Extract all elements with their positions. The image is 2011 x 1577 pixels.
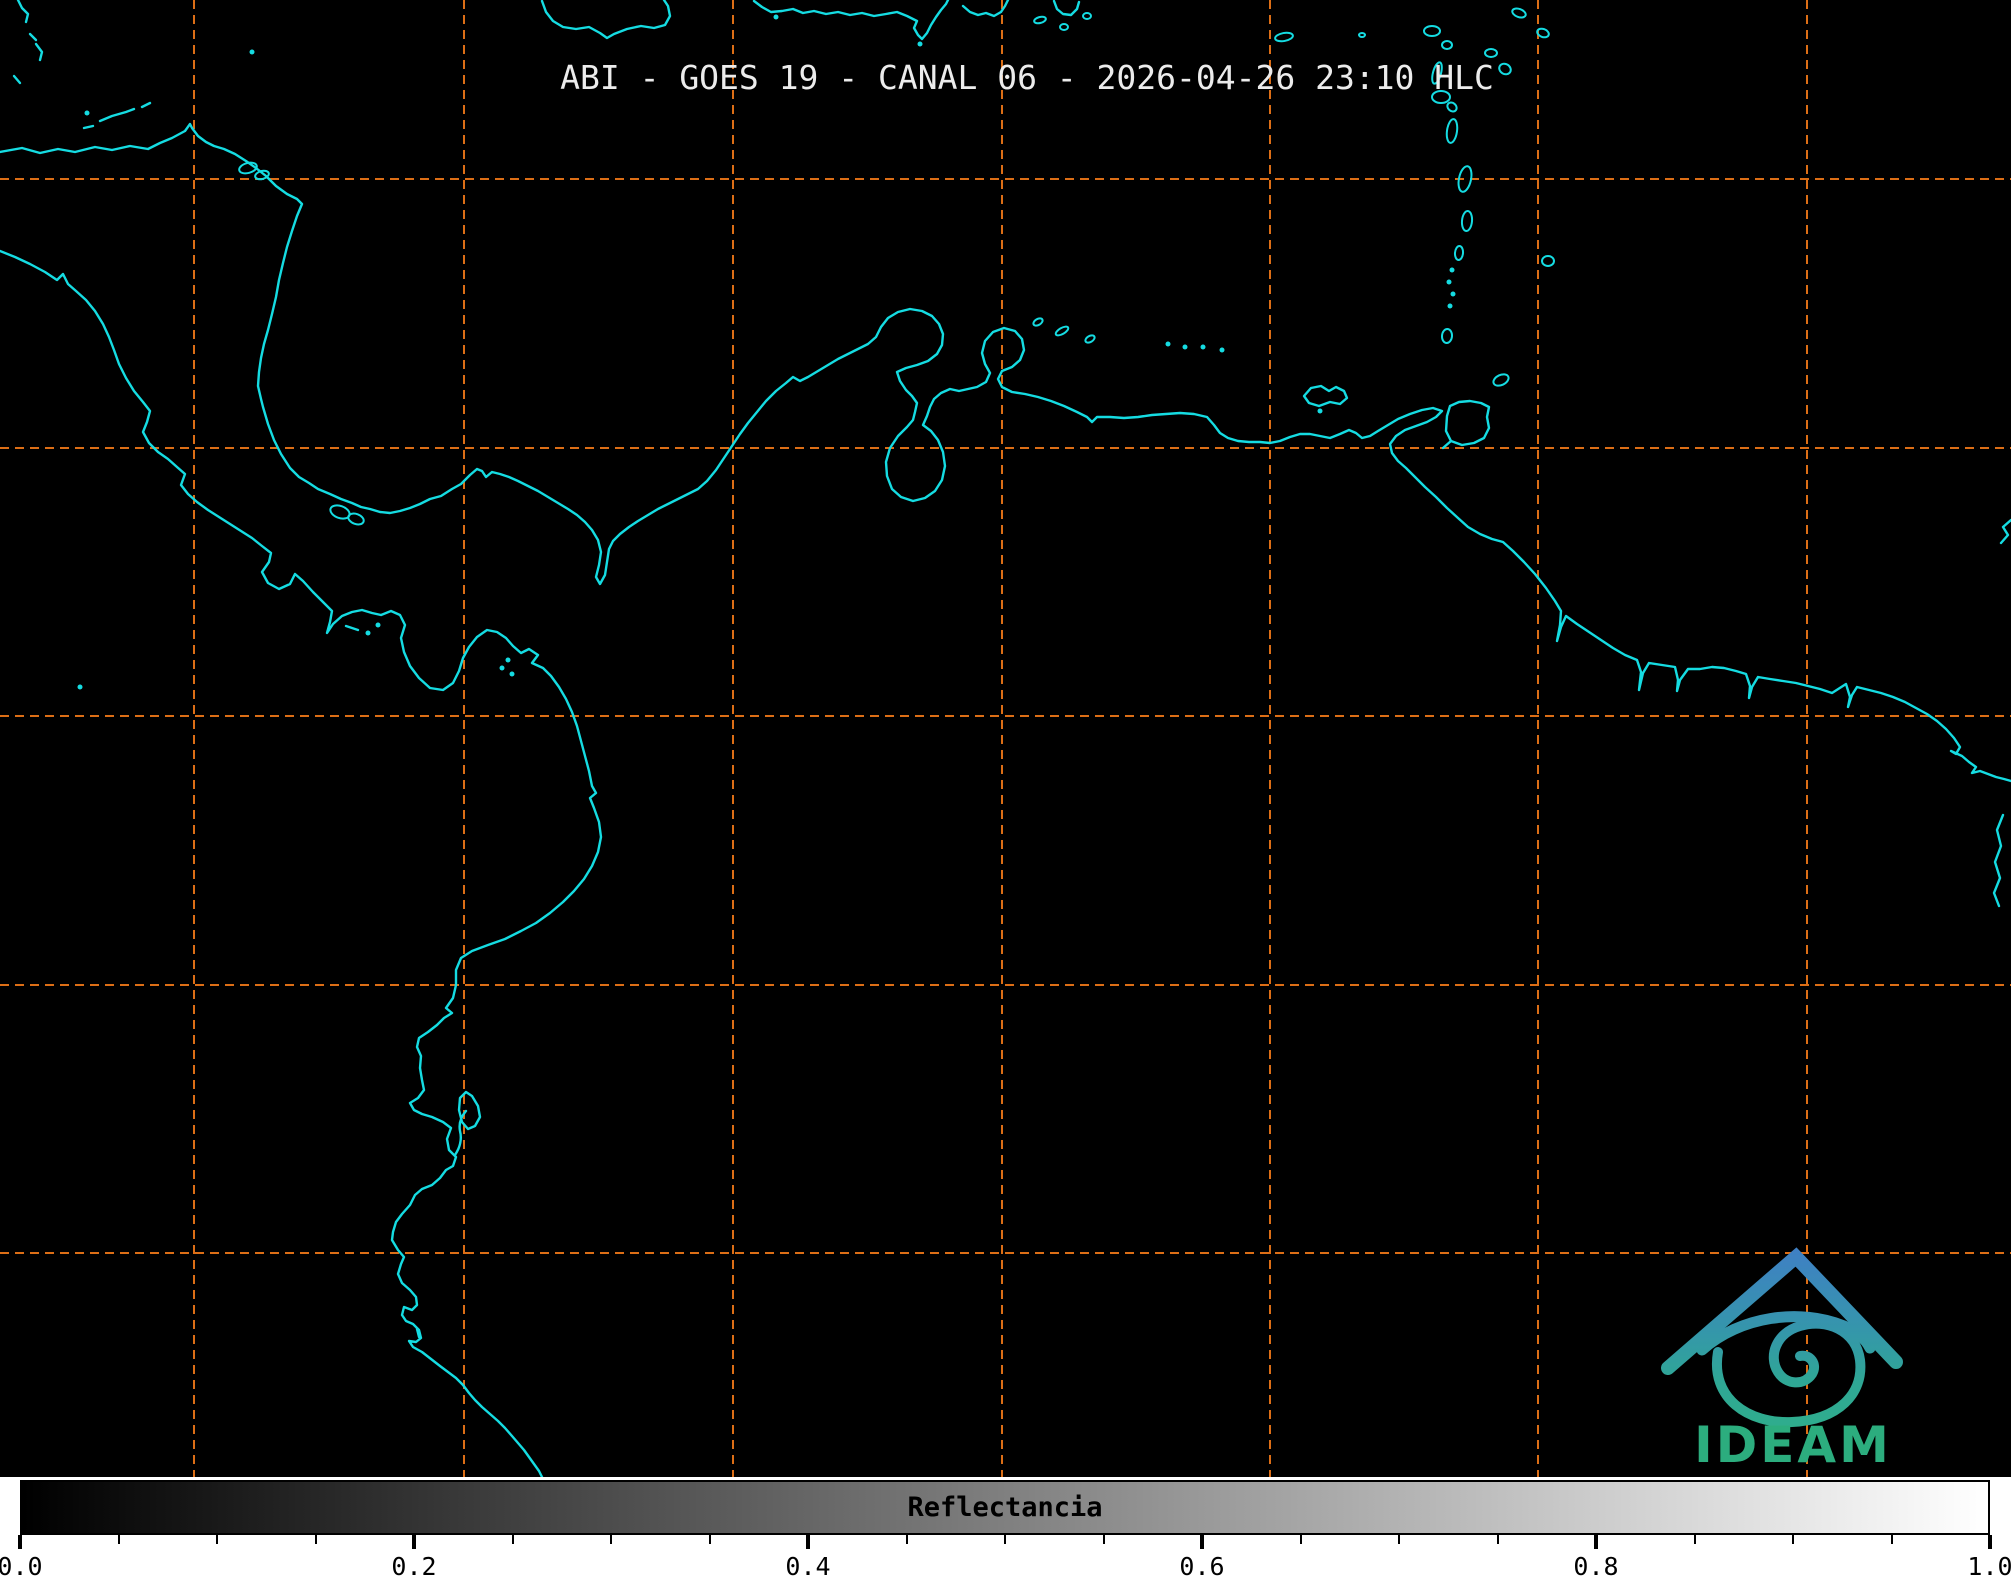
colorbar-tick [314, 1535, 317, 1544]
colorbar-tick-label: 0.8 [1573, 1552, 1619, 1577]
corner-fragment-d [12, 74, 22, 85]
colorbar-tick [1496, 1535, 1499, 1544]
colorbar-tick [1792, 1535, 1794, 1544]
mainland-pacific-coast [0, 249, 603, 1477]
colorbar-tick [708, 1535, 711, 1544]
colorbar-tick [1200, 1535, 1204, 1549]
islet-dot [505, 657, 511, 663]
islet-dot [84, 110, 90, 116]
roatan-island [98, 107, 136, 123]
trinidad-island [1444, 399, 1491, 447]
guanaja-island [140, 101, 152, 109]
island-outline [1484, 48, 1498, 58]
islet-dot [1317, 408, 1323, 414]
colorbar-tick [1004, 1535, 1006, 1544]
corner-fragment-b [28, 32, 38, 42]
colorbar-strip: Reflectancia 0.0 0.2 0.4 0.6 0.8 1.0 [0, 1477, 2011, 1577]
island-outline [1441, 40, 1453, 50]
logo-wordmark: IDEAM [1694, 1416, 1892, 1474]
colorbar-tick [1398, 1535, 1400, 1544]
islet-dot [1449, 267, 1455, 273]
island-outline [1460, 210, 1474, 232]
island-outline [1358, 32, 1366, 38]
colorbar-tick [216, 1535, 218, 1544]
colorbar: Reflectancia [20, 1480, 1990, 1535]
island-outline [1423, 25, 1441, 37]
ideam-logo: IDEAM [1661, 1247, 1903, 1474]
islet-dot [1446, 279, 1452, 285]
right-edge-fragment-north [1999, 518, 2011, 545]
islet-dot [499, 665, 505, 671]
island-outline [1541, 255, 1555, 267]
map-area: ABI - GOES 19 - CANAL 06 - 2026-04-26 23… [0, 0, 2011, 1477]
islet-dot [365, 630, 371, 636]
islet-dot [917, 41, 923, 47]
island-outline [1054, 325, 1070, 337]
colorbar-tick-label: 0.4 [785, 1552, 831, 1577]
colorbar-tick [412, 1535, 416, 1549]
colorbar-tick [1988, 1535, 1992, 1549]
islet-dot [1165, 341, 1171, 347]
colorbar-tick [806, 1535, 810, 1549]
islet-dot [1219, 347, 1225, 353]
island-outline [1440, 328, 1454, 344]
colorbar-tick [1594, 1535, 1598, 1549]
islet-dot [1200, 344, 1206, 350]
colorbar-tick [1693, 1535, 1696, 1544]
logo-spiral-icon [1711, 1318, 1866, 1428]
island-outline [1033, 15, 1047, 25]
island-outline [1032, 317, 1044, 327]
colorbar-tick [1299, 1535, 1302, 1544]
islet-dot [773, 14, 779, 20]
colorbar-tick [18, 1535, 22, 1549]
colorbar-tick [1890, 1535, 1893, 1544]
trinidad-sw-tip [1441, 439, 1453, 450]
utila-island [82, 124, 95, 130]
colorbar-tick-label: 0.6 [1179, 1552, 1225, 1577]
island-outline [1274, 31, 1294, 43]
hispaniola-coast [752, 0, 950, 41]
island-outline [1446, 101, 1458, 113]
islet-dot [1450, 291, 1456, 297]
colorbar-tick [610, 1535, 612, 1544]
jamaica-coast [540, 0, 672, 40]
islet-dot [1447, 303, 1453, 309]
product-title: ABI - GOES 19 - CANAL 06 - 2026-04-26 23… [560, 58, 1494, 97]
island-outline [1457, 165, 1473, 193]
island-outline [1453, 245, 1465, 261]
island-outline [1498, 62, 1512, 76]
puna-island [457, 1090, 482, 1131]
islet-dot [375, 622, 381, 628]
island-outline [1492, 373, 1510, 387]
colorbar-tick [905, 1535, 908, 1544]
colorbar-label: Reflectancia [907, 1492, 1103, 1523]
islet-dot [509, 671, 515, 677]
puerto-rico-coast [1052, 0, 1081, 17]
islet-dot [249, 49, 255, 55]
right-edge-fragment-south [1992, 813, 2005, 908]
colorbar-tick [1102, 1535, 1105, 1544]
island-outline [347, 512, 365, 526]
mainland-caribbean-coast [0, 122, 2011, 783]
island-outline [1511, 7, 1527, 19]
island-outline [1445, 118, 1459, 144]
colorbar-tick-label: 0.0 [0, 1552, 43, 1577]
islet-dot [1182, 344, 1188, 350]
colorbar-tick-label: 0.2 [391, 1552, 437, 1577]
margarita-island [1302, 384, 1349, 408]
satellite-product-figure: ABI - GOES 19 - CANAL 06 - 2026-04-26 23… [0, 0, 2011, 1577]
island-outline [1084, 334, 1096, 344]
islet-dot [77, 684, 83, 690]
island-outline [1082, 12, 1092, 20]
coiba-island [344, 624, 360, 632]
colorbar-tick [511, 1535, 514, 1544]
colorbar-tick [117, 1535, 120, 1544]
colorbar-tick-label: 1.0 [1967, 1552, 2011, 1577]
corner-fragment-c [34, 42, 44, 62]
island-outline [1059, 23, 1069, 31]
corner-fragment-a [16, 0, 30, 24]
ideam-logo-mark [1661, 1247, 1903, 1428]
